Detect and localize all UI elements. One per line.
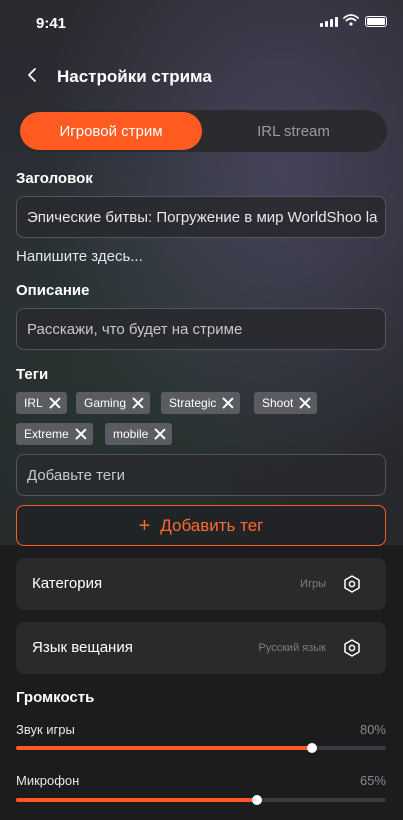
tab-game-stream[interactable]: Игровой стрим: [20, 112, 202, 150]
settings-hex-icon: [344, 575, 360, 593]
title-label: Заголовок: [16, 170, 93, 187]
tag-chip: Shoot: [254, 392, 318, 414]
title-hint: Напишите здесь...: [16, 248, 143, 265]
tag-label: Extreme: [24, 427, 69, 441]
slider-thumb[interactable]: [251, 795, 262, 805]
status-bar: 9:41: [0, 0, 403, 46]
wifi-icon: [343, 14, 359, 26]
add-tag-label: Добавить тег: [160, 515, 264, 535]
game-sound-value: 80%: [359, 722, 386, 737]
game-sound-slider[interactable]: [16, 743, 386, 753]
remove-tag-icon[interactable]: [154, 428, 166, 440]
category-selector[interactable]: Категория Игры: [16, 558, 386, 610]
microphone-label: Микрофон: [16, 773, 80, 788]
cellular-signal-icon: [320, 17, 338, 27]
description-input[interactable]: Расскажи, что будет на стриме: [16, 308, 386, 350]
volume-title: Громкость: [16, 689, 95, 706]
game-sound-label: Звук игры: [16, 722, 75, 737]
tag-label: Strategic: [169, 396, 217, 410]
tag-chip: Gaming: [76, 392, 151, 414]
language-label: Язык вещания: [32, 639, 133, 656]
plus-icon: +: [138, 514, 151, 537]
slider-fill: [16, 746, 312, 750]
back-arrow-icon[interactable]: [24, 66, 42, 84]
tags-input[interactable]: Добавьте теги: [16, 454, 386, 496]
remove-tag-icon[interactable]: [75, 428, 87, 440]
tag-chip: Extreme: [16, 423, 93, 445]
tab-irl-stream[interactable]: IRL stream: [204, 112, 383, 150]
category-value: Игры: [300, 578, 326, 590]
stream-type-switch: Игровой стрим IRL stream: [16, 110, 387, 152]
tag-label: mobile: [113, 427, 149, 441]
remove-tag-icon[interactable]: [222, 397, 234, 409]
slider-fill: [16, 798, 257, 802]
language-value: Русский язык: [258, 642, 326, 654]
tags-label: Теги: [16, 366, 49, 383]
title-input[interactable]: Эпические битвы: Погружение в мир WorldS…: [16, 196, 386, 238]
slider-thumb[interactable]: [307, 743, 317, 753]
description-label: Описание: [16, 282, 90, 299]
remove-tag-icon[interactable]: [49, 397, 61, 409]
tag-chip: IRL: [16, 392, 67, 414]
page-title: Настройки стрима: [57, 67, 212, 86]
microphone-value: 65%: [359, 773, 386, 788]
tag-chip: Strategic: [161, 392, 241, 414]
tag-chip: mobile: [105, 423, 173, 445]
tag-label: IRL: [24, 396, 43, 410]
add-tag-button[interactable]: + Добавить тег: [16, 505, 386, 546]
screen: 9:41 Настройки стрима Игровой стрим IRL …: [0, 0, 403, 820]
remove-tag-icon[interactable]: [132, 397, 144, 409]
settings-hex-icon: [344, 639, 360, 657]
status-time: 9:41: [36, 15, 67, 32]
language-selector[interactable]: Язык вещания Русский язык: [16, 622, 386, 674]
category-label: Категория: [32, 575, 103, 592]
tag-label: Gaming: [84, 396, 127, 410]
battery-icon: [365, 16, 387, 27]
tag-label: Shoot: [262, 396, 294, 410]
microphone-slider[interactable]: [16, 795, 386, 805]
remove-tag-icon[interactable]: [299, 397, 311, 409]
